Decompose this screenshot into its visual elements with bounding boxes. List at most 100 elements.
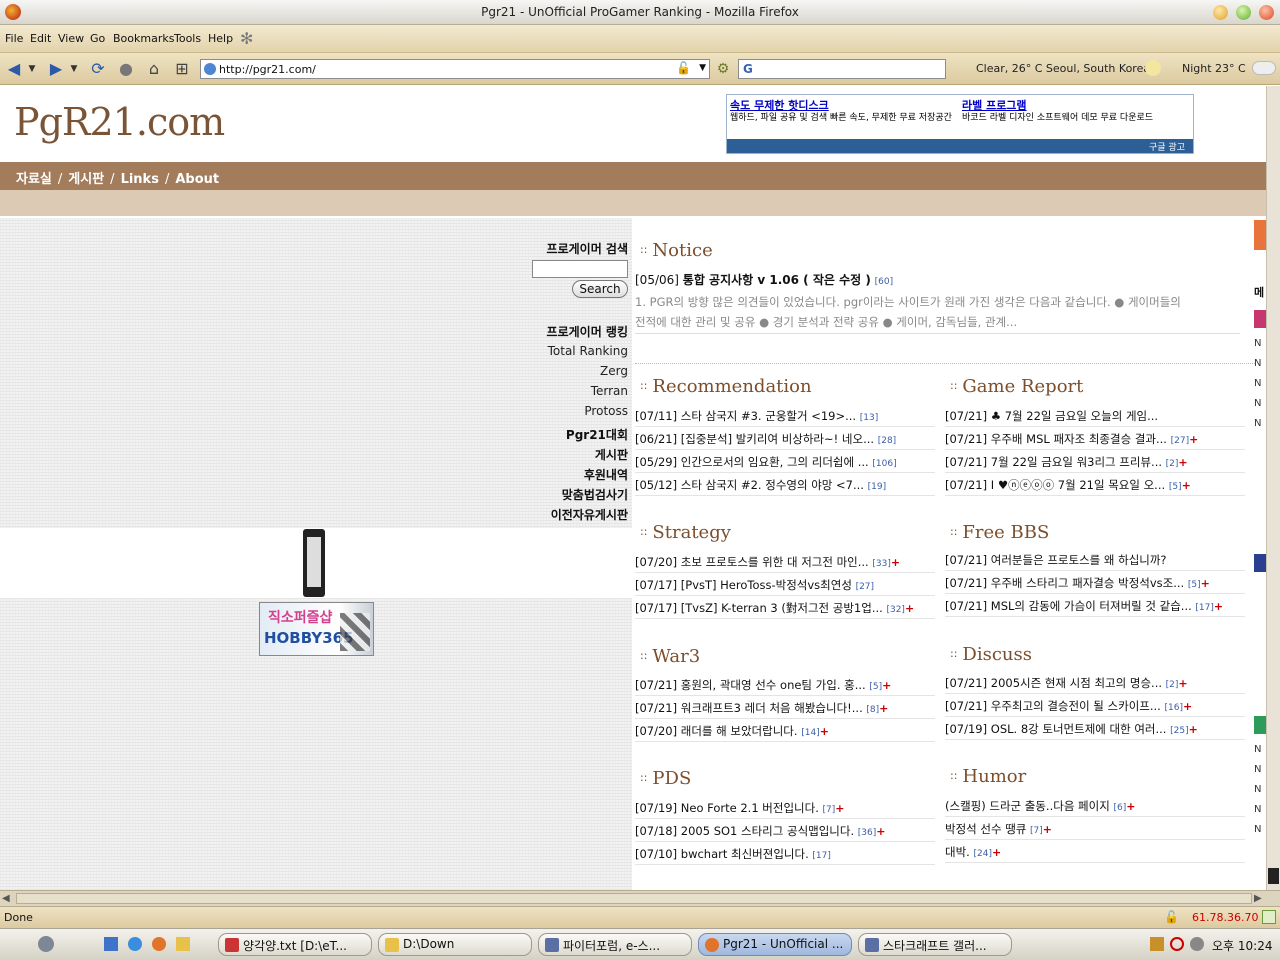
link-spellcheck[interactable]: 맞춤법검사기 — [562, 486, 628, 503]
list-item[interactable]: 대박. [24]+ — [945, 840, 1245, 863]
link-board[interactable]: 게시판 — [595, 446, 628, 463]
scroll-left-arrow-icon[interactable]: ◀ — [2, 893, 10, 904]
list-item[interactable]: [07/18] 2005 SO1 스타리그 공식맵입니다. [36]+ — [635, 819, 935, 842]
home-icon[interactable]: ⌂ — [144, 59, 164, 79]
list-item[interactable]: [07/21] MSL의 감동에 가슴이 터져버릴 것 같습... [17]+ — [945, 594, 1245, 617]
right-edge-item[interactable]: N — [1254, 354, 1266, 374]
right-edge-item[interactable]: N — [1254, 780, 1266, 800]
notice-body[interactable]: 1. PGR의 방향 많은 의견들이 있었습니다. pgr이라는 사이트가 원래… — [635, 292, 1245, 332]
list-item[interactable]: [07/21] 7월 22일 금요일 워3리그 프리뷰... [2]+ — [945, 450, 1245, 473]
forward-arrow-icon[interactable]: ▶ — [46, 59, 66, 79]
tray-block-icon[interactable] — [1170, 937, 1184, 951]
task-notepad[interactable]: 양각양.txt [D:\eT... — [218, 933, 372, 956]
forward-dropdown-icon[interactable]: ▼ — [68, 59, 80, 79]
minimize-button[interactable] — [1213, 5, 1228, 20]
search-input[interactable]: G — [738, 59, 946, 79]
stop-icon[interactable]: ● — [116, 59, 136, 79]
menu-edit[interactable]: Edit — [30, 32, 51, 45]
right-edge-item[interactable]: N — [1254, 374, 1266, 394]
right-edge-item[interactable]: N — [1254, 334, 1266, 354]
list-item[interactable]: [07/21] 2005시즌 현재 시점 최고의 명승... [2]+ — [945, 671, 1245, 694]
task-starcraft-gallery[interactable]: 스타크래프트 갤러... — [858, 933, 1012, 956]
vertical-scrollbar[interactable] — [1266, 86, 1280, 890]
close-button[interactable] — [1259, 5, 1274, 20]
list-item[interactable]: [07/21] I ♥ⓝⓔⓞⓞ 7월 21일 목요일 오... [5]+ — [945, 473, 1245, 496]
right-edge-item[interactable]: N — [1254, 394, 1266, 414]
maximize-button[interactable] — [1236, 5, 1251, 20]
task-explorer[interactable]: D:\Down — [378, 933, 532, 956]
link-donations[interactable]: 후원내역 — [584, 466, 628, 483]
list-item[interactable]: [07/21] 여러분들은 프로토스를 왜 하십니까? — [945, 548, 1245, 571]
site-logo[interactable]: PgR21.com — [14, 100, 225, 144]
list-item[interactable]: (스캘핑) 드라군 출동..다음 페이지 [6]+ — [945, 794, 1245, 817]
notice-headline[interactable]: [05/06] 통합 공지사항 v 1.06 ( 작은 수정 ) [60] — [635, 271, 893, 288]
list-item[interactable]: [07/21] 홍원의, 곽대영 선수 one팀 가입. 홍... [5]+ — [635, 673, 935, 696]
list-item[interactable]: 박정석 선수 땡큐 [7]+ — [945, 817, 1245, 840]
gear-icon[interactable]: ⚙ — [713, 59, 733, 79]
ad-footer[interactable]: 구글 광고 — [727, 139, 1193, 153]
apple-menu-icon[interactable] — [38, 936, 54, 952]
list-item[interactable]: [07/19] Neo Forte 2.1 버전입니다. [7]+ — [635, 796, 935, 819]
new-tab-icon[interactable]: ⊞ — [172, 59, 192, 79]
right-edge-item[interactable]: N — [1254, 740, 1266, 760]
ranking-total[interactable]: Total Ranking — [548, 344, 628, 358]
task-fighter-forum[interactable]: 파이터포럼, e-스... — [538, 933, 692, 956]
menu-file[interactable]: File — [5, 32, 23, 45]
list-item[interactable]: [07/11] 스타 삼국지 #3. 군웅할거 <19>... [13] — [635, 404, 935, 427]
link-old-free-board[interactable]: 이전자유게시판 — [551, 506, 628, 523]
right-edge-item[interactable]: N — [1254, 414, 1266, 434]
right-edge-item[interactable]: N — [1254, 820, 1266, 840]
folder-icon[interactable] — [176, 937, 190, 951]
right-edge-item[interactable]: N — [1254, 760, 1266, 780]
back-dropdown-icon[interactable]: ▼ — [26, 59, 38, 79]
ad-left-title[interactable]: 속도 무제한 핫디스크 — [730, 97, 829, 113]
horizontal-scroll-thumb[interactable] — [16, 893, 1252, 904]
nav-links[interactable]: Links — [121, 172, 159, 187]
list-item[interactable]: [06/21] [집중분석] 발키리여 비상하라~! 네오... [28] — [635, 427, 935, 450]
nav-board[interactable]: 게시판 — [68, 172, 104, 187]
ad-right-title[interactable]: 라벨 프로그램 — [962, 97, 1027, 113]
list-item[interactable]: [07/21] ♣ 7월 22일 금요일 오늘의 게임... — [945, 404, 1245, 427]
gamer-search-input[interactable] — [532, 260, 628, 278]
list-item[interactable]: [07/21] 워크래프트3 레더 처음 해봤습니다!... [8]+ — [635, 696, 935, 719]
list-item[interactable]: [07/21] 우주배 MSL 패자조 최종결승 결과... [27]+ — [945, 427, 1245, 450]
ranking-zerg[interactable]: Zerg — [600, 364, 628, 378]
right-edge-item[interactable]: N — [1254, 800, 1266, 820]
list-item[interactable]: [05/12] 스타 삼국지 #2. 정수영의 야망 <7... [19] — [635, 473, 935, 496]
list-item[interactable]: [07/20] 래더를 해 보았더랍니다. [14]+ — [635, 719, 935, 742]
ranking-terran[interactable]: Terran — [591, 384, 628, 398]
list-item[interactable]: [07/21] 우주배 스타리그 패자결승 박정석vs조... [5]+ — [945, 571, 1245, 594]
reload-icon[interactable]: ⟳ — [88, 59, 108, 79]
menu-bookmarks[interactable]: Bookmarks — [113, 32, 174, 45]
search-button[interactable]: Search — [572, 280, 628, 298]
right-edge-banner[interactable] — [1254, 220, 1266, 250]
task-pgr21[interactable]: Pgr21 - UnOfficial ... — [698, 933, 852, 956]
link-pgr21-tournament[interactable]: Pgr21대회 — [566, 426, 628, 443]
list-item[interactable]: [05/29] 인간으로서의 임요환, 그의 리더쉽에 ... [106] — [635, 450, 935, 473]
list-item[interactable]: [07/17] [TvsZ] K-terran 3 (對저그전 공방1업... … — [635, 596, 935, 619]
hobby365-banner[interactable]: 직소퍼즐샵 HOBBY365 — [259, 602, 374, 656]
menu-go[interactable]: Go — [90, 32, 105, 45]
url-input[interactable]: http://pgr21.com/ 🔓 ▼ — [200, 59, 710, 79]
list-item[interactable]: [07/20] 초보 프로토스를 위한 대 저그전 마인... [33]+ — [635, 550, 935, 573]
list-item[interactable]: [07/17] [PvsT] HeroToss-박정석vs최연성 [27] — [635, 573, 935, 596]
url-dropdown-icon[interactable]: ▼ — [699, 63, 706, 73]
phone-banner[interactable] — [303, 529, 325, 597]
menu-tools[interactable]: Tools — [174, 32, 201, 45]
back-arrow-icon[interactable]: ◀ — [4, 59, 24, 79]
tray-volume-icon[interactable] — [1190, 937, 1204, 951]
list-item[interactable]: [07/21] 우주최고의 결승전이 될 스카이프... [16]+ — [945, 694, 1245, 717]
menu-view[interactable]: View — [58, 32, 84, 45]
weather-night[interactable]: Night 23° C — [1182, 62, 1246, 75]
nav-pds[interactable]: 자료실 — [16, 172, 52, 187]
tray-icon[interactable] — [1150, 937, 1164, 951]
quicklaunch-icon[interactable] — [104, 937, 118, 951]
horizontal-scrollbar[interactable]: ◀ ▶ — [0, 890, 1280, 906]
list-item[interactable]: [07/10] bwchart 최신버젼입니다. [17] — [635, 842, 935, 865]
menu-help[interactable]: Help — [208, 32, 233, 45]
ie-icon[interactable] — [128, 937, 142, 951]
scroll-down-arrow-icon[interactable] — [1268, 868, 1279, 884]
list-item[interactable]: [07/19] OSL. 8강 토너먼트제에 대한 여러... [25]+ — [945, 717, 1245, 740]
nav-about[interactable]: About — [175, 172, 219, 187]
weather-current[interactable]: Clear, 26° C Seoul, South Korea — [976, 62, 1150, 75]
